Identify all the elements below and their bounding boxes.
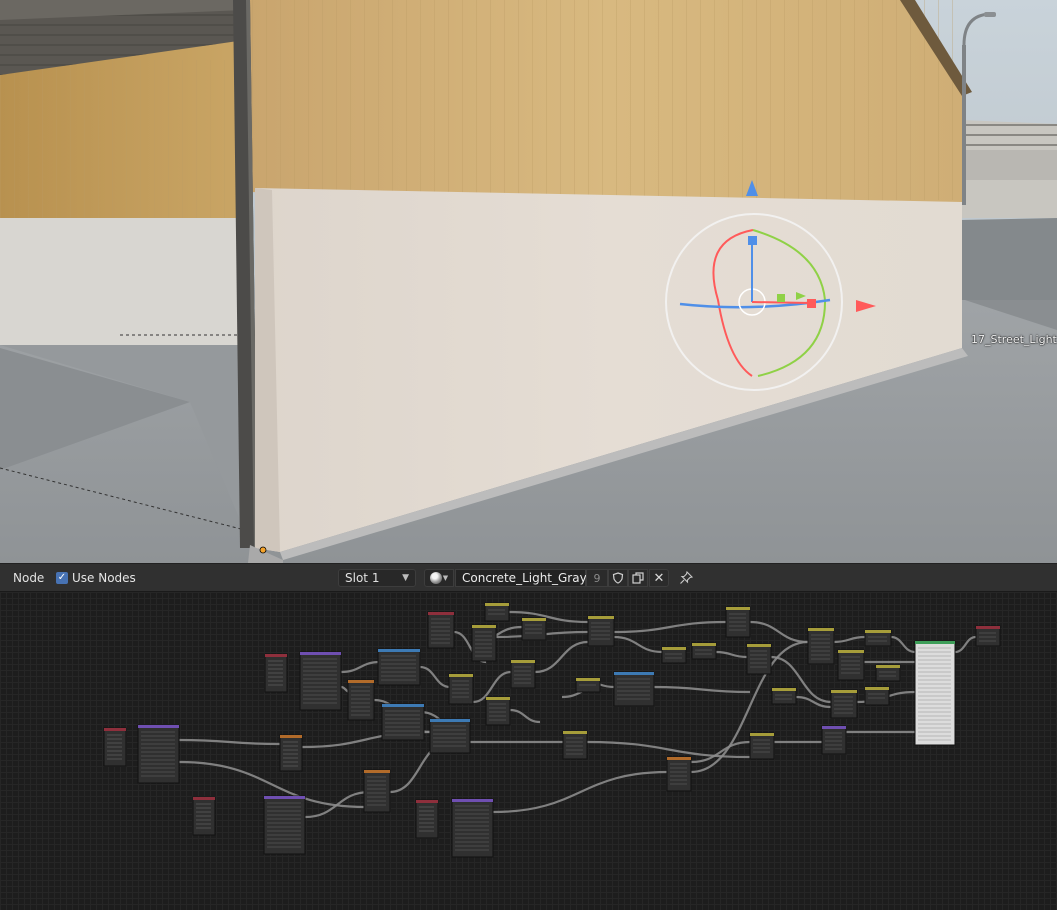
node-link[interactable] (509, 708, 541, 724)
shader-node[interactable] (471, 624, 497, 662)
node-link[interactable] (613, 620, 727, 634)
shader-node[interactable] (830, 689, 858, 719)
shader-node[interactable] (975, 625, 1001, 647)
shader-node[interactable] (103, 727, 127, 767)
shader-node[interactable] (661, 646, 687, 664)
pin-icon (680, 571, 693, 584)
shader-node[interactable] (263, 795, 306, 855)
close-icon: ✕ (653, 570, 665, 586)
material-sphere-icon (429, 572, 442, 584)
shader-node[interactable] (725, 606, 751, 638)
shader-node[interactable] (771, 687, 797, 705)
material-slot-dropdown[interactable]: Slot 1 ▼ (338, 569, 416, 587)
node-link[interactable] (178, 738, 281, 746)
shader-node[interactable] (746, 643, 772, 675)
shader-node[interactable] (264, 653, 288, 693)
shader-node[interactable] (521, 617, 547, 641)
shader-node[interactable] (864, 686, 890, 706)
node-menu[interactable]: Node (8, 564, 49, 592)
node-link[interactable] (653, 685, 751, 694)
fake-user-button[interactable] (608, 569, 628, 587)
browse-material-button[interactable]: ▼ (424, 569, 454, 587)
node-link[interactable] (419, 665, 451, 689)
node-link[interactable] (954, 635, 977, 654)
node-link[interactable] (833, 635, 866, 644)
shader-node[interactable] (864, 629, 892, 647)
shader-node[interactable] (691, 642, 717, 660)
shader-node[interactable] (749, 732, 775, 760)
shader-node[interactable] (485, 696, 511, 726)
shader-node[interactable] (613, 671, 655, 707)
new-material-button[interactable] (628, 569, 648, 587)
shader-node[interactable] (429, 718, 471, 754)
node-link[interactable] (890, 635, 916, 654)
shader-node[interactable] (821, 725, 847, 755)
pin-button[interactable] (676, 569, 696, 587)
shader-node[interactable] (347, 679, 375, 721)
node-link[interactable] (492, 770, 669, 814)
object-name-label: 17_Street_Light (971, 333, 1057, 346)
shader-node[interactable] (562, 730, 588, 760)
node-link[interactable] (534, 640, 589, 674)
slot-label: Slot 1 (345, 571, 380, 585)
shader-node[interactable] (914, 640, 956, 746)
chevron-down-icon: ▼ (402, 573, 409, 583)
shield-icon (612, 572, 624, 584)
shader-node[interactable] (875, 664, 901, 682)
node-editor-header: Node ✓ Use Nodes Slot 1 ▼ ▼ Concrete_Lig… (0, 563, 1057, 592)
chevron-down-icon: ▼ (442, 574, 449, 582)
shader-node[interactable] (484, 602, 510, 622)
shader-node[interactable] (448, 673, 474, 705)
material-user-count[interactable]: 9 (586, 569, 608, 587)
shader-node[interactable] (510, 659, 536, 689)
shader-node[interactable] (575, 677, 601, 693)
material-name-field[interactable]: Concrete_Light_Gray (455, 569, 587, 587)
use-nodes-label: Use Nodes (72, 571, 136, 585)
node-link[interactable] (508, 610, 589, 624)
unlink-material-button[interactable]: ✕ (649, 569, 669, 587)
node-editor-canvas[interactable] (0, 592, 1057, 910)
shader-node[interactable] (192, 796, 216, 836)
shader-node[interactable] (381, 703, 425, 741)
node-link[interactable] (613, 635, 663, 654)
use-nodes-toggle[interactable]: ✓ Use Nodes (56, 564, 136, 592)
shader-node[interactable] (377, 648, 421, 686)
node-link[interactable] (715, 650, 748, 659)
shader-node[interactable] (666, 756, 692, 792)
viewport-scene (0, 0, 1057, 563)
shader-node[interactable] (807, 627, 835, 665)
node-graph[interactable] (0, 592, 1057, 910)
shader-node[interactable] (279, 734, 303, 772)
node-link[interactable] (749, 620, 809, 644)
shader-node[interactable] (451, 798, 494, 858)
shader-node[interactable] (137, 724, 180, 784)
shader-node[interactable] (587, 615, 615, 647)
shader-node[interactable] (299, 651, 342, 711)
shader-node[interactable] (837, 649, 865, 681)
3d-viewport[interactable]: 17_Street_Light (0, 0, 1057, 563)
duplicate-icon (632, 572, 644, 584)
shader-node[interactable] (363, 769, 391, 813)
checkbox-checked-icon[interactable]: ✓ (56, 572, 68, 584)
node-link[interactable] (340, 660, 381, 674)
shader-node[interactable] (415, 799, 439, 839)
shader-node[interactable] (427, 611, 455, 649)
